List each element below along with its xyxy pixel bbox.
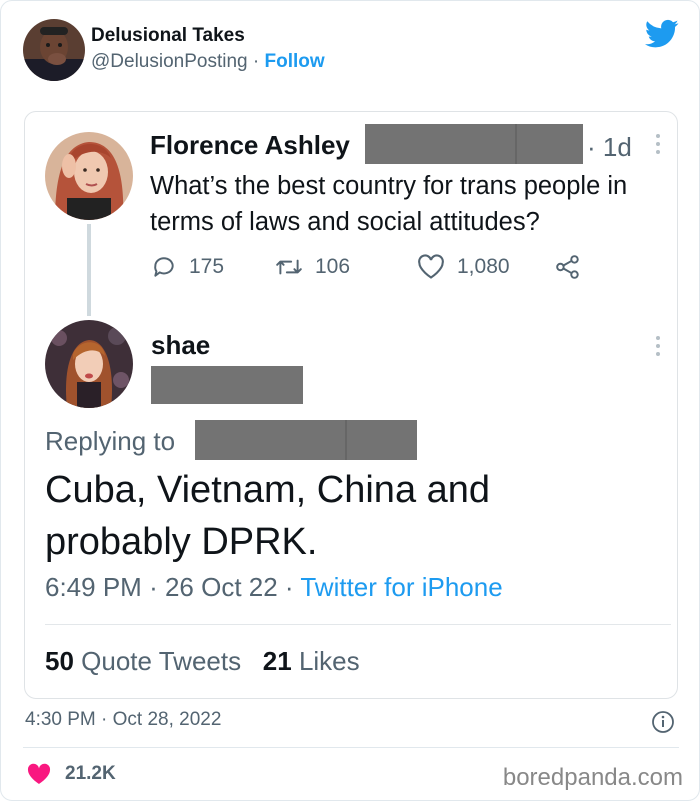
post-timestamp[interactable]: 4:30 PM · Oct 28, 2022 bbox=[25, 709, 221, 731]
watermark: boredpanda.com bbox=[502, 764, 683, 791]
likes-link[interactable]: 21 Likes bbox=[263, 646, 360, 676]
florence-tweet-time: · 1d bbox=[587, 132, 632, 162]
author-handle[interactable]: @DelusionPosting bbox=[91, 51, 248, 72]
meta-separator: · bbox=[284, 572, 301, 602]
share-action[interactable] bbox=[555, 254, 581, 280]
share-icon bbox=[556, 255, 579, 279]
reply-tweet-text: Cuba, Vietnam, China and probably DPRK. bbox=[45, 469, 491, 563]
retweet-action[interactable]: 106 bbox=[275, 254, 350, 280]
reply-source-link[interactable]: Twitter for iPhone bbox=[300, 572, 502, 602]
redacted-handle bbox=[151, 366, 303, 404]
reply-tweet-meta: 6:49 PM · 26 Oct 22 · Twitter for iPhone bbox=[45, 572, 503, 603]
embedded-screenshot: Florence Ashley · 1d What’s the best cou… bbox=[24, 111, 678, 699]
meta-separator: · bbox=[149, 572, 165, 602]
author-avatar[interactable] bbox=[23, 19, 85, 81]
info-icon[interactable] bbox=[651, 710, 675, 734]
reply-action[interactable]: 175 bbox=[151, 254, 224, 280]
florence-avatar[interactable] bbox=[45, 132, 133, 220]
likes-count: 21 bbox=[262, 646, 292, 676]
retweet-icon bbox=[276, 259, 302, 275]
florence-author-name[interactable]: Florence Ashley bbox=[150, 130, 350, 161]
divider bbox=[23, 747, 679, 748]
retweet-count: 106 bbox=[315, 255, 351, 278]
quote-tweets-count: 50 bbox=[45, 646, 74, 676]
replying-to-label: Replying to bbox=[45, 426, 176, 456]
redacted-mention bbox=[195, 420, 417, 460]
heart-icon bbox=[27, 763, 51, 784]
reply-stats: 50 Quote Tweets 21 Likes bbox=[45, 646, 360, 677]
shae-avatar[interactable] bbox=[45, 320, 133, 408]
florence-tweet-text: What’s the best country for trans people… bbox=[150, 172, 628, 236]
follow-button[interactable]: Follow bbox=[264, 51, 324, 72]
reply-time: 6:49 PM bbox=[45, 572, 142, 602]
quote-tweets-label: Quote Tweets bbox=[81, 646, 242, 676]
outer-like-button[interactable]: 21.2K bbox=[27, 763, 116, 785]
likes-label: Likes bbox=[298, 646, 360, 676]
thread-connector-line bbox=[87, 224, 91, 316]
author-handle-row: @DelusionPosting · Follow bbox=[91, 51, 325, 73]
reply-date: 26 Oct 22 bbox=[164, 572, 278, 602]
like-action[interactable]: 1,080 bbox=[417, 254, 510, 280]
shae-author-name[interactable]: shae bbox=[151, 330, 210, 361]
tweet-embed-card: Delusional Takes @DelusionPosting · Foll… bbox=[0, 0, 700, 801]
more-options-icon[interactable] bbox=[653, 132, 663, 156]
like-count: 1,080 bbox=[457, 255, 510, 278]
handle-separator: · bbox=[252, 51, 260, 72]
quote-tweets-link[interactable]: 50 Quote Tweets bbox=[45, 646, 241, 676]
like-icon bbox=[418, 254, 444, 279]
outer-like-count: 21.2K bbox=[65, 763, 116, 784]
redacted-handle bbox=[365, 124, 583, 164]
reply-icon bbox=[154, 257, 174, 277]
more-options-icon[interactable] bbox=[653, 334, 663, 358]
reply-count: 175 bbox=[189, 255, 225, 278]
author-name[interactable]: Delusional Takes bbox=[91, 25, 245, 47]
twitter-bird-icon[interactable] bbox=[645, 19, 679, 49]
divider bbox=[45, 624, 671, 625]
